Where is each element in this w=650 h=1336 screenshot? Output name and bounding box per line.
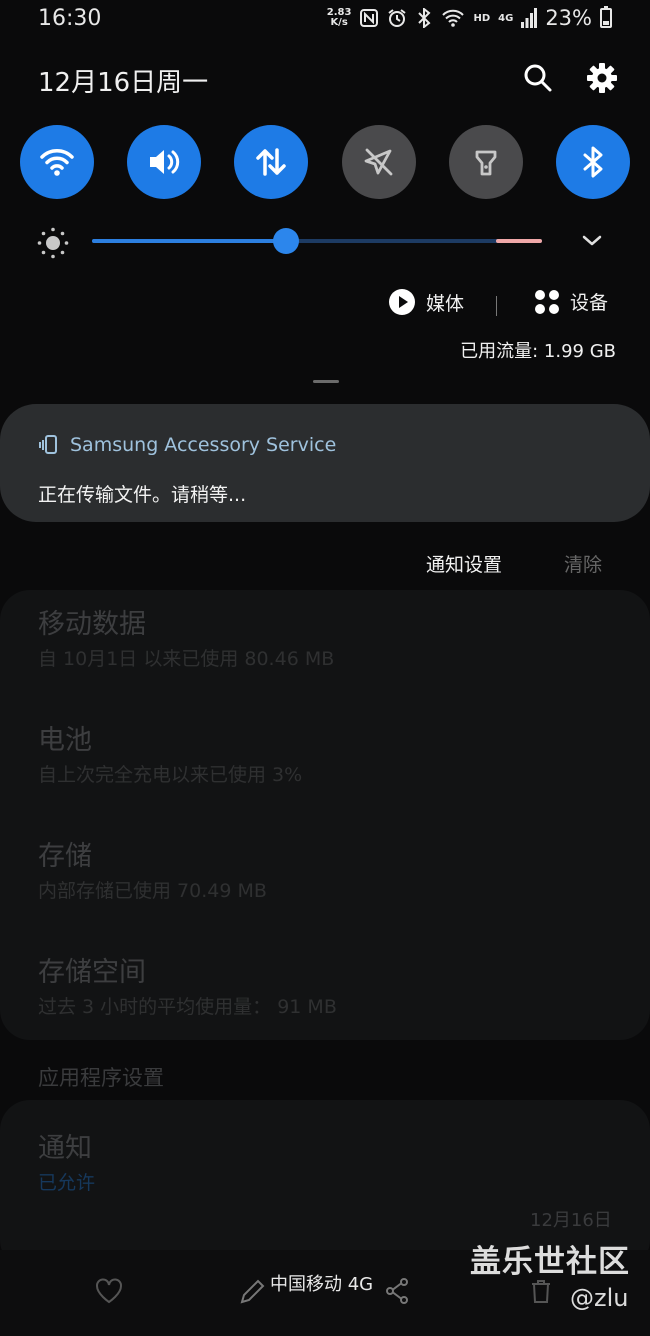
sound-icon — [150, 150, 180, 174]
hd-label: HD — [473, 12, 491, 24]
brightness-slider[interactable] — [92, 228, 542, 254]
status-icons: 2.83 K/s HD 4G 23% — [327, 6, 612, 30]
media-label: 媒体 — [426, 292, 465, 315]
battery-percent: 23% — [545, 6, 592, 30]
bg-section-header: 应用程序设置 — [38, 1066, 164, 1090]
quick-toggles — [20, 125, 630, 199]
bg-notify-title: 通知 — [38, 1133, 92, 1164]
accessory-service-icon — [39, 435, 57, 454]
media-devices-row: 媒体 设备 — [0, 288, 650, 324]
bluetooth-icon — [583, 146, 603, 178]
wifi-status-icon — [442, 9, 465, 27]
bg-item-subtitle: 自 10月1日 以来已使用 80.46 MB — [38, 648, 335, 670]
bg-item-title: 存储 — [38, 841, 92, 872]
flashlight-icon — [475, 150, 497, 176]
devices-label: 设备 — [570, 292, 609, 314]
network-gen-label: 4G — [498, 12, 514, 24]
share-icon[interactable] — [382, 1276, 412, 1306]
bg-item-title: 存储空间 — [38, 957, 146, 988]
flashlight-toggle[interactable] — [449, 125, 523, 199]
alarm-icon — [388, 9, 407, 27]
date-label: 12月16日周一 — [38, 68, 209, 98]
mobile-data-toggle[interactable] — [234, 125, 308, 199]
notification-body: 正在传输文件。请稍等... — [38, 484, 247, 506]
airplane-mode-toggle[interactable] — [342, 125, 416, 199]
data-usage-label: 已用流量: 1.99 GB — [460, 341, 616, 362]
status-bar: 16:30 2.83 K/s HD 4G 23% — [0, 0, 650, 40]
signal-icon — [521, 8, 538, 28]
bg-item-subtitle: 过去 3 小时的平均使用量： 91 MB — [38, 996, 337, 1018]
brightness-icon — [37, 227, 69, 259]
bg-date: 12月16日 — [530, 1210, 612, 1231]
carrier-label: 中国移动 4G — [270, 1274, 374, 1295]
watermark-user: @zlu — [570, 1284, 629, 1312]
slider-thumb[interactable] — [272, 228, 299, 254]
chevron-down-icon[interactable] — [580, 228, 604, 252]
bg-item-subtitle: 自上次完全充电以来已使用 3% — [38, 764, 303, 786]
airplane-mode-icon — [364, 148, 393, 176]
devices-grid-icon — [535, 289, 559, 314]
wifi-icon — [40, 149, 74, 176]
devices-button[interactable]: 设备 — [534, 288, 608, 315]
heart-icon[interactable] — [94, 1276, 124, 1306]
slider-fill — [92, 239, 286, 243]
notification-settings-button[interactable]: 通知设置 — [426, 550, 502, 577]
search-icon[interactable] — [522, 62, 554, 94]
sound-toggle[interactable] — [127, 125, 201, 199]
edit-icon[interactable] — [238, 1276, 268, 1306]
nfc-icon — [360, 9, 379, 27]
bg-item-title: 电池 — [38, 725, 92, 756]
net-speed: 2.83 K/s — [326, 7, 352, 28]
play-icon — [389, 289, 415, 315]
mobile-data-icon — [256, 148, 286, 176]
bluetooth-toggle[interactable] — [556, 125, 630, 199]
bg-item-subtitle: 内部存储已使用 70.49 MB — [38, 880, 267, 902]
media-button[interactable]: 媒体 — [388, 288, 464, 316]
bluetooth-status-icon — [418, 8, 431, 28]
watermark-site: 盖乐世社区 — [470, 1244, 630, 1280]
wifi-toggle[interactable] — [20, 125, 94, 199]
panel-drag-handle[interactable] — [313, 380, 339, 383]
clear-button[interactable]: 清除 — [564, 550, 602, 577]
notification-card[interactable]: Samsung Accessory Service 正在传输文件。请稍等... — [0, 404, 650, 522]
battery-icon — [600, 6, 612, 28]
bg-item-title: 移动数据 — [38, 609, 146, 640]
status-time: 16:30 — [38, 6, 102, 31]
notification-app-name: Samsung Accessory Service — [70, 434, 337, 456]
bg-notify-status: 已允许 — [38, 1172, 96, 1194]
divider — [496, 296, 497, 316]
slider-high-zone — [496, 239, 542, 243]
gear-icon[interactable] — [586, 62, 618, 94]
